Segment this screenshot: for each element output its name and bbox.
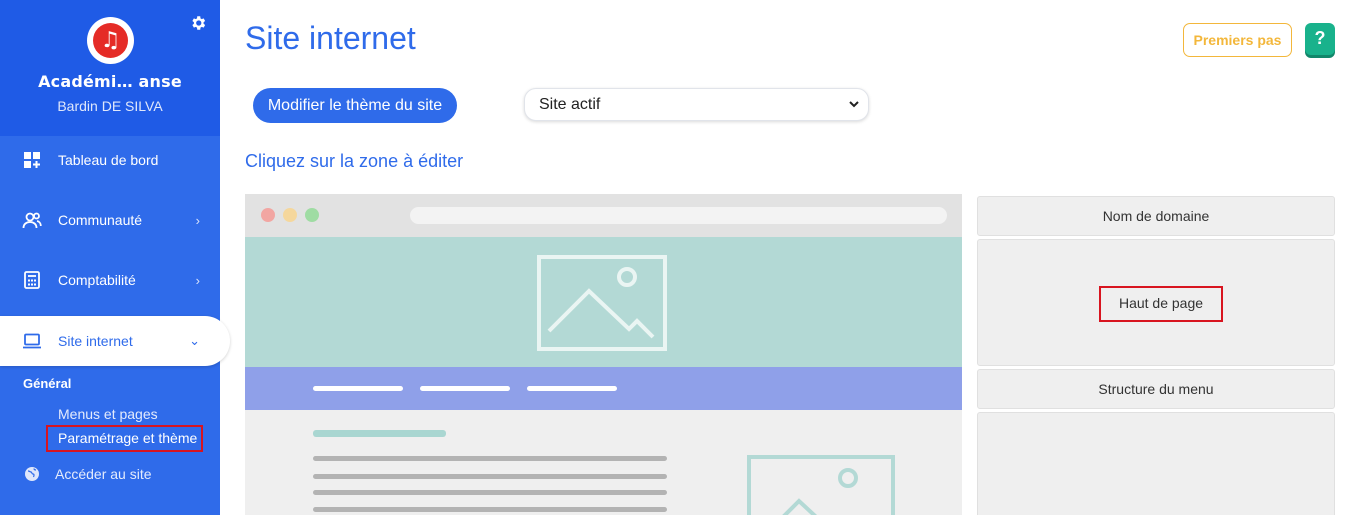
preview-header-zone[interactable] xyxy=(245,237,962,367)
sidebar-item-label: Tableau de bord xyxy=(58,152,159,168)
organization-name: Académi… anse xyxy=(38,72,182,91)
sidebar-item-website[interactable]: Site internet ⌄ xyxy=(0,316,230,366)
chevron-right-icon: › xyxy=(195,272,200,288)
zone-domain-name[interactable]: Nom de domaine xyxy=(977,196,1335,236)
preview-menu-line xyxy=(527,386,617,391)
zone-header-label: Haut de page xyxy=(1099,286,1223,322)
section-title-general: Général xyxy=(23,376,72,391)
app-root: ♫ Académi… anse Bardin DE SILVA Tableau … xyxy=(0,0,1346,515)
preview-url-bar xyxy=(410,207,947,224)
sidebar-item-label: Communauté xyxy=(58,212,143,228)
preview-content-line xyxy=(313,456,667,461)
dashboard-icon xyxy=(22,150,42,170)
laptop-icon xyxy=(22,331,42,351)
music-note-icon: ♫ xyxy=(93,23,128,58)
preview-browser-bar xyxy=(245,194,962,237)
window-close-dot xyxy=(261,208,275,222)
preview-content-line xyxy=(313,507,667,512)
access-site-label: Accéder au site xyxy=(55,466,152,482)
preview-content-heading xyxy=(313,430,446,437)
globe-icon xyxy=(24,466,40,482)
gear-icon[interactable] xyxy=(187,14,209,36)
site-select-value: Site actif xyxy=(539,96,601,113)
sidebar-item-dashboard[interactable]: Tableau de bord xyxy=(0,135,220,185)
sidebar-item-label: Site internet xyxy=(58,333,133,349)
preview-menu-line xyxy=(420,386,510,391)
calculator-icon xyxy=(22,270,42,290)
window-minimize-dot xyxy=(283,208,297,222)
sidebar-header: ♫ Académi… anse Bardin DE SILVA xyxy=(0,0,220,136)
access-site-link[interactable]: Accéder au site xyxy=(24,466,152,482)
edit-zone-hint: Cliquez sur la zone à éditer xyxy=(245,151,464,171)
zone-menu-structure[interactable]: Structure du menu xyxy=(977,369,1335,409)
site-preview[interactable] xyxy=(245,194,962,515)
preview-menu-line xyxy=(313,386,403,391)
users-icon xyxy=(22,210,42,230)
sidebar-item-accounting[interactable]: Comptabilité › xyxy=(0,255,220,305)
zone-page-content[interactable] xyxy=(977,412,1335,515)
first-steps-button[interactable]: Premiers pas xyxy=(1183,23,1292,57)
sidebar-item-community[interactable]: Communauté › xyxy=(0,195,220,245)
sidebar-item-label: Comptabilité xyxy=(58,272,136,288)
image-placeholder-icon xyxy=(537,255,667,351)
chevron-down-icon xyxy=(848,89,860,132)
preview-content-line xyxy=(313,474,667,479)
user-name: Bardin DE SILVA xyxy=(57,98,163,114)
window-maximize-dot xyxy=(305,208,319,222)
site-select[interactable]: Site actif xyxy=(524,88,869,121)
preview-content-line xyxy=(313,490,667,495)
zone-menu-label: Structure du menu xyxy=(1098,381,1214,397)
chevron-right-icon: › xyxy=(195,212,200,228)
page-title: Site internet xyxy=(245,20,416,56)
zone-domain-label: Nom de domaine xyxy=(1102,208,1210,224)
sidebar: ♫ Académi… anse Bardin DE SILVA Tableau … xyxy=(0,0,230,515)
modify-theme-button[interactable]: Modifier le thème du site xyxy=(253,88,457,123)
help-button[interactable]: ? xyxy=(1305,23,1335,55)
subnav-settings-theme[interactable]: Paramétrage et thème xyxy=(46,425,203,452)
chevron-down-icon: ⌄ xyxy=(189,333,200,348)
image-placeholder-icon xyxy=(747,455,895,515)
subnav-menus-pages[interactable]: Menus et pages xyxy=(58,406,158,422)
organization-avatar[interactable]: ♫ xyxy=(87,17,134,64)
